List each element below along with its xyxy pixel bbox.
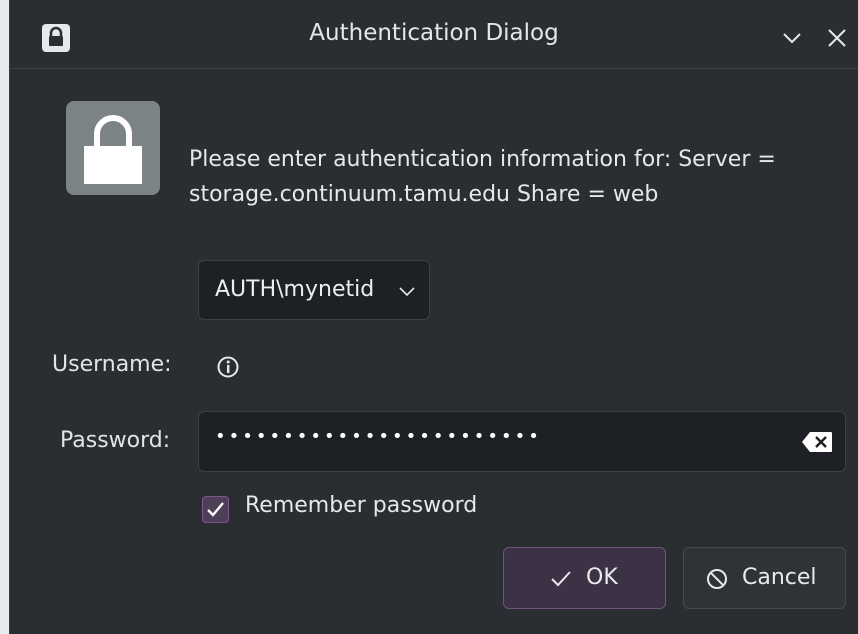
background-desktop-strip (0, 0, 9, 634)
title-bar[interactable]: Authentication Dialog (10, 0, 858, 69)
lock-icon (66, 101, 160, 195)
clear-text-icon[interactable] (801, 431, 833, 453)
chevron-down-icon[interactable] (780, 26, 804, 50)
username-label: Username: (52, 352, 172, 377)
remember-password-checkbox[interactable] (202, 496, 229, 523)
checkmark-icon (551, 571, 571, 587)
auth-message-line1: Please enter authentication information … (189, 147, 776, 172)
auth-message-line2: storage.continuum.tamu.edu Share = web (189, 182, 659, 207)
ok-button-label: OK (586, 565, 618, 590)
password-label: Password: (60, 428, 171, 453)
authentication-dialog: Authentication Dialog Please enter authe… (9, 0, 858, 634)
auth-message: Please enter authentication information … (189, 142, 849, 212)
domain-user-value: AUTH\mynetid (215, 277, 375, 302)
checkmark-icon (207, 502, 224, 517)
window-title: Authentication Dialog (309, 20, 559, 46)
cancel-icon (707, 569, 727, 589)
cancel-button-label: Cancel (742, 565, 817, 590)
chevron-down-icon (399, 287, 415, 297)
password-field[interactable]: •••••••••••••••••••••••• (198, 411, 846, 472)
info-icon[interactable] (216, 355, 240, 379)
remember-password-label[interactable]: Remember password (245, 493, 477, 518)
ok-button[interactable]: OK (503, 547, 666, 609)
close-icon[interactable] (825, 26, 849, 50)
password-value: •••••••••••••••••••••••• (215, 426, 542, 447)
domain-user-dropdown[interactable]: AUTH\mynetid (198, 260, 430, 320)
cancel-button[interactable]: Cancel (683, 547, 846, 609)
